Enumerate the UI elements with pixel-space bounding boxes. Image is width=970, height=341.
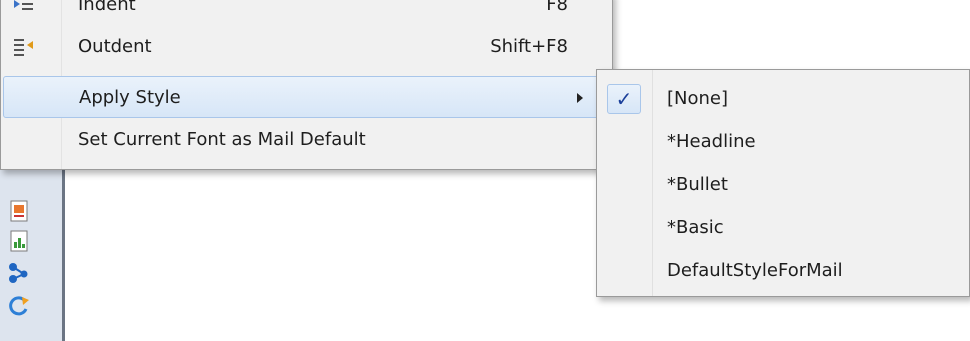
chart-icon[interactable] bbox=[8, 230, 30, 252]
submenu-item-basic[interactable]: *Basic bbox=[597, 207, 969, 249]
menu-item-label: Indent bbox=[78, 0, 136, 15]
context-menu: Indent F8 Outdent Shift+F8 Apply Style S… bbox=[0, 0, 613, 170]
menu-item-indent[interactable]: Indent F8 bbox=[3, 0, 608, 26]
submenu-item-bullet[interactable]: *Bullet bbox=[597, 164, 969, 206]
menu-item-apply-style[interactable]: Apply Style bbox=[3, 76, 608, 118]
indent-icon bbox=[13, 0, 35, 16]
checked-indicator: ✓ bbox=[607, 84, 641, 114]
menu-item-outdent[interactable]: Outdent Shift+F8 bbox=[3, 26, 608, 68]
menu-item-label: Apply Style bbox=[79, 87, 181, 108]
submenu-item-label: DefaultStyleForMail bbox=[667, 260, 843, 281]
outdent-icon bbox=[13, 36, 35, 58]
menu-item-shortcut: F8 bbox=[546, 0, 568, 15]
menu-item-set-mail-default-font[interactable]: Set Current Font as Mail Default bbox=[3, 119, 608, 161]
submenu-arrow-icon bbox=[577, 93, 583, 103]
submenu-item-label: *Basic bbox=[667, 217, 724, 238]
diagram-icon[interactable] bbox=[8, 262, 30, 284]
menu-item-label: Outdent bbox=[78, 36, 152, 57]
refresh-icon[interactable] bbox=[8, 295, 30, 317]
submenu-item-label: *Headline bbox=[667, 131, 756, 152]
report-icon[interactable] bbox=[8, 200, 30, 222]
submenu-item-headline[interactable]: *Headline bbox=[597, 121, 969, 163]
submenu-item-label: [None] bbox=[667, 88, 729, 109]
menu-item-label: Set Current Font as Mail Default bbox=[78, 129, 366, 150]
apply-style-submenu: ✓ [None] *Headline *Bullet *Basic Defaul… bbox=[596, 69, 970, 297]
submenu-item-none[interactable]: ✓ [None] bbox=[597, 78, 969, 120]
submenu-item-label: *Bullet bbox=[667, 174, 728, 195]
menu-item-shortcut: Shift+F8 bbox=[490, 36, 568, 57]
checkmark-icon: ✓ bbox=[615, 87, 633, 111]
submenu-item-default-style-for-mail[interactable]: DefaultStyleForMail bbox=[597, 250, 969, 292]
